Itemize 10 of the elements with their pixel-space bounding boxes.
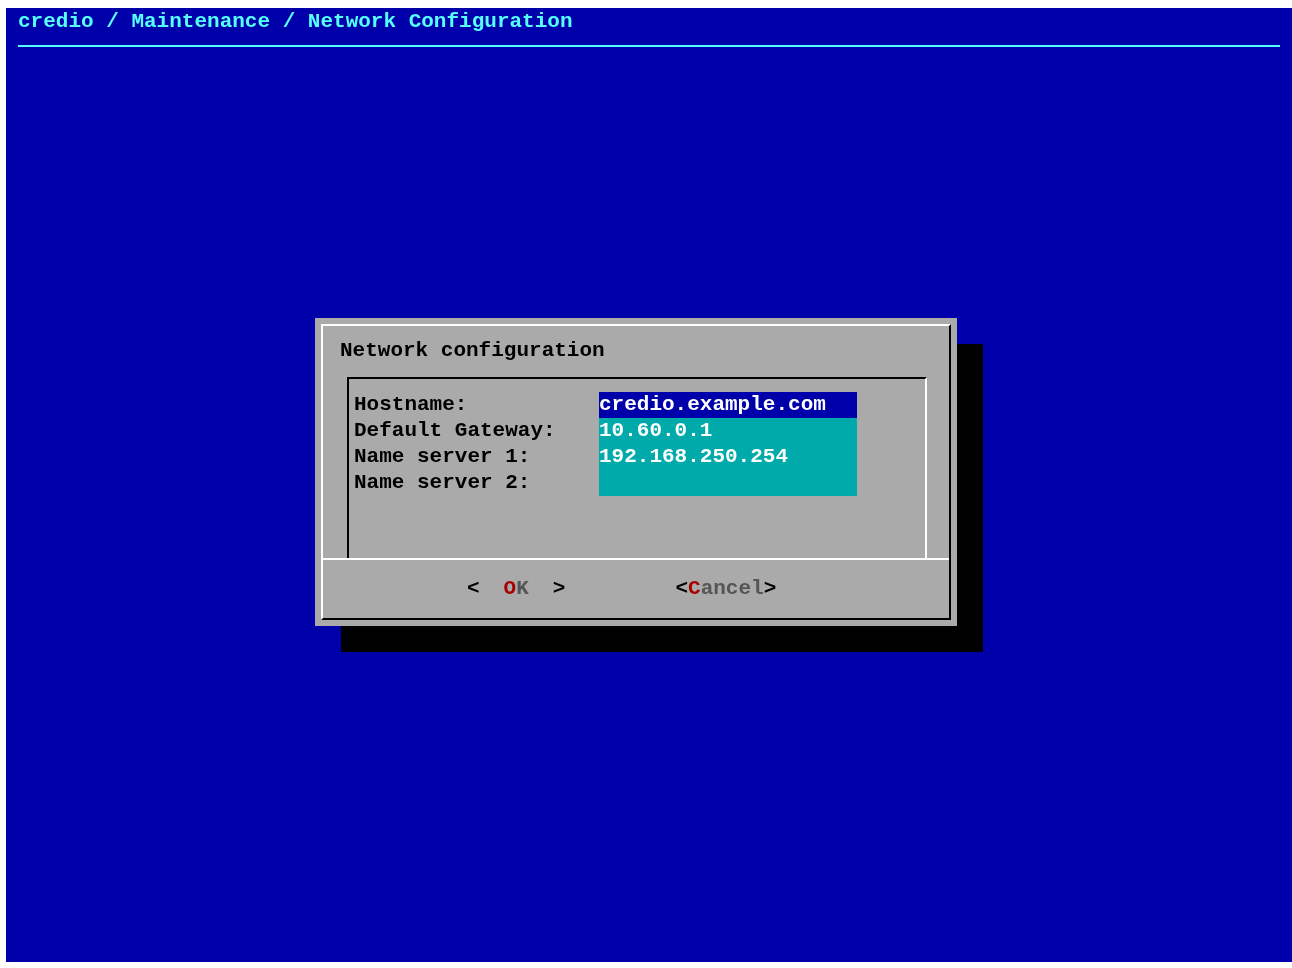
field-label: Default Gateway: <box>354 419 557 443</box>
dialog-button[interactable]: <Cancel> <box>675 577 777 601</box>
field-label: Name server 2: <box>354 471 532 495</box>
dialog-title: Network configuration <box>340 339 606 363</box>
input-field[interactable]: credio.example.com <box>599 392 857 418</box>
field-label: Name server 1: <box>354 445 532 469</box>
field-label: Hostname: <box>354 393 469 417</box>
breadcrumb: credio / Maintenance / Network Configuration <box>18 10 573 33</box>
input-field[interactable] <box>599 470 857 496</box>
dialog-button[interactable]: < OK > <box>467 577 566 601</box>
